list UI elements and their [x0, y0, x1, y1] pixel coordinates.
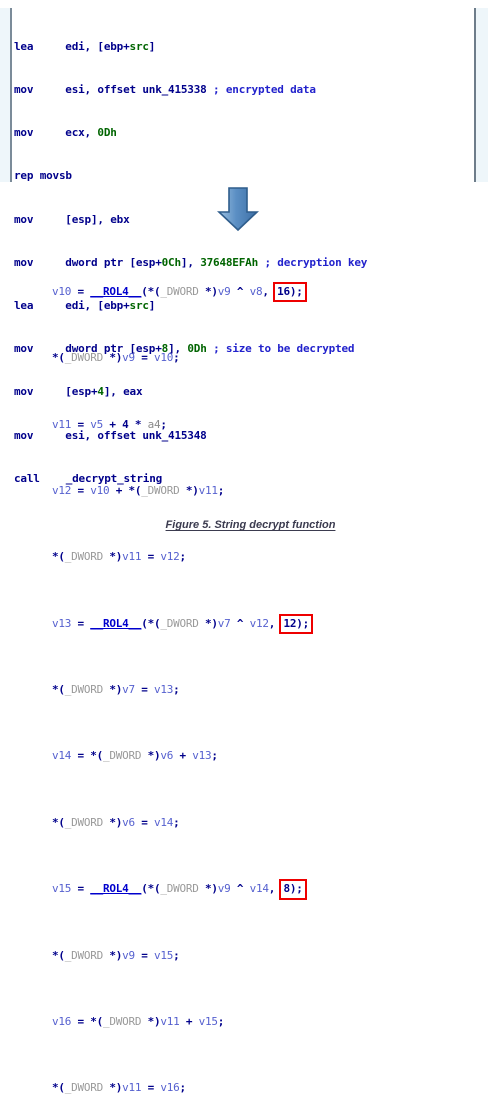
code-line[interactable]: v12 = v10 + *(_DWORD *)v11; — [52, 483, 324, 500]
figure-caption-text: Figure 5. String decrypt function — [165, 519, 336, 531]
pseudocode-listing[interactable]: v10 = __ROL4__(*(_DWORD *)v9 ^ v8, 16); … — [52, 234, 324, 1116]
figure-caption: Figure 5. String decrypt function — [0, 519, 501, 531]
panel-right-margin — [474, 8, 488, 182]
rotation-highlight: 8); — [281, 881, 305, 898]
rotation-highlight: 12); — [281, 615, 311, 633]
code-line[interactable]: v13 = __ROL4__(*(_DWORD *)v7 ^ v12, 12); — [52, 615, 324, 633]
code-line[interactable]: *(_DWORD *)v6 = v14; — [52, 815, 324, 832]
code-line[interactable]: *(_DWORD *)v11 = v16; — [52, 1080, 324, 1097]
code-line[interactable]: *(_DWORD *)v7 = v13; — [52, 682, 324, 699]
code-line[interactable]: v15 = __ROL4__(*(_DWORD *)v9 ^ v14, 8); — [52, 881, 324, 898]
code-line[interactable]: v10 = __ROL4__(*(_DWORD *)v9 ^ v8, 16); — [52, 283, 324, 301]
asm-line[interactable]: mov esi, offset unk_415338 ; encrypted da… — [14, 83, 472, 97]
panel-left-margin — [0, 8, 12, 182]
asm-line[interactable]: mov ecx, 0Dh — [14, 126, 472, 140]
down-arrow-icon — [216, 186, 260, 232]
disassembly-panel: lea edi, [ebp+src] mov esi, offset unk_415… — [0, 8, 488, 485]
code-line[interactable]: v11 = v5 + 4 * a4; — [52, 417, 324, 434]
down-arrow-svg — [216, 187, 260, 232]
code-line[interactable]: *(_DWORD *)v9 = v15; — [52, 948, 324, 965]
code-line[interactable]: *(_DWORD *)v9 = v10; — [52, 350, 324, 367]
asm-line[interactable]: lea edi, [ebp+src] — [14, 40, 472, 54]
code-line[interactable]: v14 = *(_DWORD *)v6 + v13; — [52, 748, 324, 765]
asm-line[interactable]: rep movsb — [14, 169, 472, 183]
rotation-highlight: 16); — [275, 283, 305, 301]
pseudocode-panel: v10 = __ROL4__(*(_DWORD *)v9 ^ v8, 16); … — [52, 234, 452, 1094]
code-line[interactable]: v16 = *(_DWORD *)v11 + v15; — [52, 1014, 324, 1031]
